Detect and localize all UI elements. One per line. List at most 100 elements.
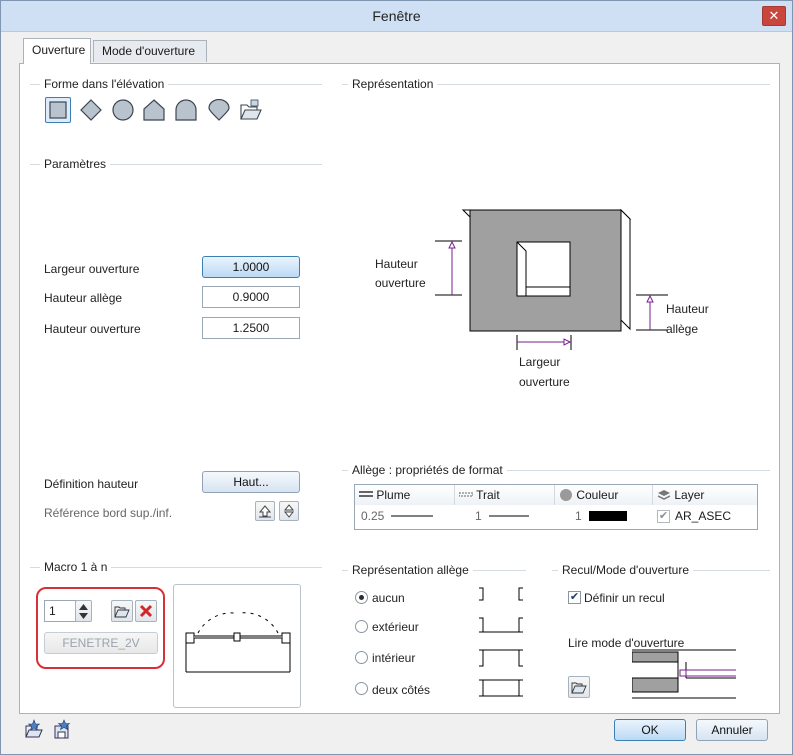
recul-title: Recul/Mode d'ouverture <box>558 563 694 577</box>
diagram-largeur-l1: Largeur <box>519 355 561 369</box>
radio-deux-cotes[interactable] <box>355 682 368 695</box>
folder-star-icon <box>25 719 43 738</box>
trait-value[interactable]: 1 <box>475 507 482 525</box>
definition-hauteur-button[interactable]: Haut... <box>202 471 300 493</box>
spin-down-icon <box>79 612 88 619</box>
hauteur-ouverture-input[interactable]: 1.2500 <box>202 317 300 339</box>
checkmark-icon: ✔ <box>569 591 580 603</box>
shape-teardrop-button[interactable] <box>206 97 232 123</box>
diagram-hauteur-allege-l1: Hauteur <box>666 302 709 316</box>
circle-icon <box>112 99 134 121</box>
shape-circle-button[interactable] <box>110 97 136 123</box>
title-bar: Fenêtre ✕ <box>1 1 792 32</box>
shape-open-folder-button[interactable] <box>238 97 264 123</box>
tab-panel: Forme dans l'élévation Paramètres Largeu… <box>19 63 780 714</box>
definir-recul-label[interactable]: Définir un recul <box>584 591 665 605</box>
trait-line-sample <box>489 515 529 517</box>
couleur-swatch <box>589 511 627 521</box>
open-folder-icon <box>240 99 262 120</box>
radio-aucun[interactable] <box>355 591 368 604</box>
window-macro-preview-icon <box>185 612 291 673</box>
reference-updown-button[interactable] <box>279 501 299 521</box>
layer-checkbox[interactable]: ✔ <box>657 510 670 523</box>
definition-hauteur-label: Définition hauteur <box>44 477 139 491</box>
plume-value[interactable]: 0.25 <box>361 507 384 525</box>
favorites-open-button[interactable] <box>24 719 44 739</box>
diagram-hauteur-ouverture-l1: Hauteur <box>375 257 418 271</box>
lire-mode-button[interactable] <box>568 676 590 698</box>
close-button[interactable]: ✕ <box>762 6 786 26</box>
open-folder-icon <box>571 682 587 694</box>
macro-preview <box>173 584 301 708</box>
hauteur-allege-label: Hauteur allège <box>44 291 123 305</box>
shape-arch-button[interactable] <box>173 97 199 123</box>
header-layer[interactable]: Layer <box>653 485 757 505</box>
macro-spin-input[interactable]: 1 <box>44 600 76 622</box>
hauteur-ouverture-label: Hauteur ouverture <box>44 322 141 336</box>
tab-mode-ouverture[interactable]: Mode d'ouverture <box>93 40 207 62</box>
parametres-title: Paramètres <box>40 157 111 171</box>
line-type-icon <box>458 492 474 497</box>
open-folder-icon <box>114 606 130 618</box>
plume-line-sample <box>391 515 433 517</box>
dialog-client: Ouverture Mode d'ouverture Forme dans l'… <box>2 33 791 754</box>
color-circle-icon <box>560 489 572 501</box>
macro-open-button[interactable] <box>111 600 133 622</box>
parametres-group: Paramètres <box>30 157 322 524</box>
pentagon-icon <box>143 99 165 121</box>
radio-interieur-label[interactable]: intérieur <box>372 651 415 665</box>
representation-title: Représentation <box>348 77 438 91</box>
header-label: Plume <box>376 488 411 502</box>
largeur-ouverture-button[interactable]: 1.0000 <box>202 256 300 278</box>
couleur-value[interactable]: 1 <box>575 507 582 525</box>
shape-diamond-button[interactable] <box>78 97 104 123</box>
macro-delete-button[interactable] <box>135 600 157 622</box>
header-plume[interactable]: Plume <box>355 485 455 505</box>
mode-ouverture-preview <box>632 649 736 699</box>
arrows-up-down-icon <box>283 504 295 518</box>
shape-rectangle-button[interactable] <box>45 97 71 123</box>
forme-title: Forme dans l'élévation <box>40 77 169 91</box>
hauteur-allege-input[interactable]: 0.9000 <box>202 286 300 308</box>
macro-spin-buttons[interactable] <box>75 600 92 622</box>
header-trait[interactable]: Trait <box>455 485 555 505</box>
diagram-hauteur-ouverture-l2: ouverture <box>375 276 426 290</box>
definir-recul-checkbox[interactable]: ✔ <box>568 591 581 604</box>
repr-allege-title: Représentation allège <box>348 563 473 577</box>
reference-bord-label: Référence bord sup./inf. <box>44 506 173 520</box>
radio-aucun-label[interactable]: aucun <box>372 591 405 605</box>
header-label: Couleur <box>576 488 619 502</box>
reference-up-button[interactable] <box>255 501 275 521</box>
layer-value[interactable]: AR_ASEC <box>675 507 731 525</box>
spin-up-icon <box>79 603 88 610</box>
tab-label: Mode d'ouverture <box>102 44 196 58</box>
macro-name-button[interactable]: FENETRE_2V <box>44 632 158 654</box>
favorites-save-button[interactable] <box>52 719 72 739</box>
window-title: Fenêtre <box>372 8 421 24</box>
radio-interieur[interactable] <box>355 651 368 664</box>
largeur-label: Largeur ouverture <box>44 262 140 276</box>
diagram-largeur-l2: ouverture <box>519 375 570 389</box>
close-icon: ✕ <box>768 8 780 23</box>
cancel-button[interactable]: Annuler <box>696 719 768 741</box>
radio-exterieur-label[interactable]: extérieur <box>372 620 419 634</box>
arch-icon <box>175 99 197 121</box>
header-couleur[interactable]: Couleur <box>555 485 653 505</box>
radio-exterieur[interactable] <box>355 620 368 633</box>
pen-lines-icon <box>359 491 373 497</box>
header-label: Layer <box>674 488 705 502</box>
shape-pentagon-button[interactable] <box>141 97 167 123</box>
window: Fenêtre ✕ Ouverture Mode d'ouverture For… <box>0 0 793 755</box>
macro-title: Macro 1 à n <box>40 560 112 574</box>
layers-icon <box>657 490 671 500</box>
delete-x-icon <box>139 604 153 618</box>
radio-deux-cotes-label[interactable]: deux côtés <box>372 683 430 697</box>
tab-ouverture[interactable]: Ouverture <box>23 38 91 64</box>
rectangle-icon <box>49 101 67 119</box>
diagram-hauteur-allege-l2: allège <box>666 322 699 336</box>
teardrop-icon <box>208 99 230 121</box>
header-label: Trait <box>476 488 500 502</box>
allege-format-title: Allège : propriétés de format <box>348 463 507 477</box>
ok-button[interactable]: OK <box>614 719 686 741</box>
allege-style-previews <box>479 587 523 697</box>
